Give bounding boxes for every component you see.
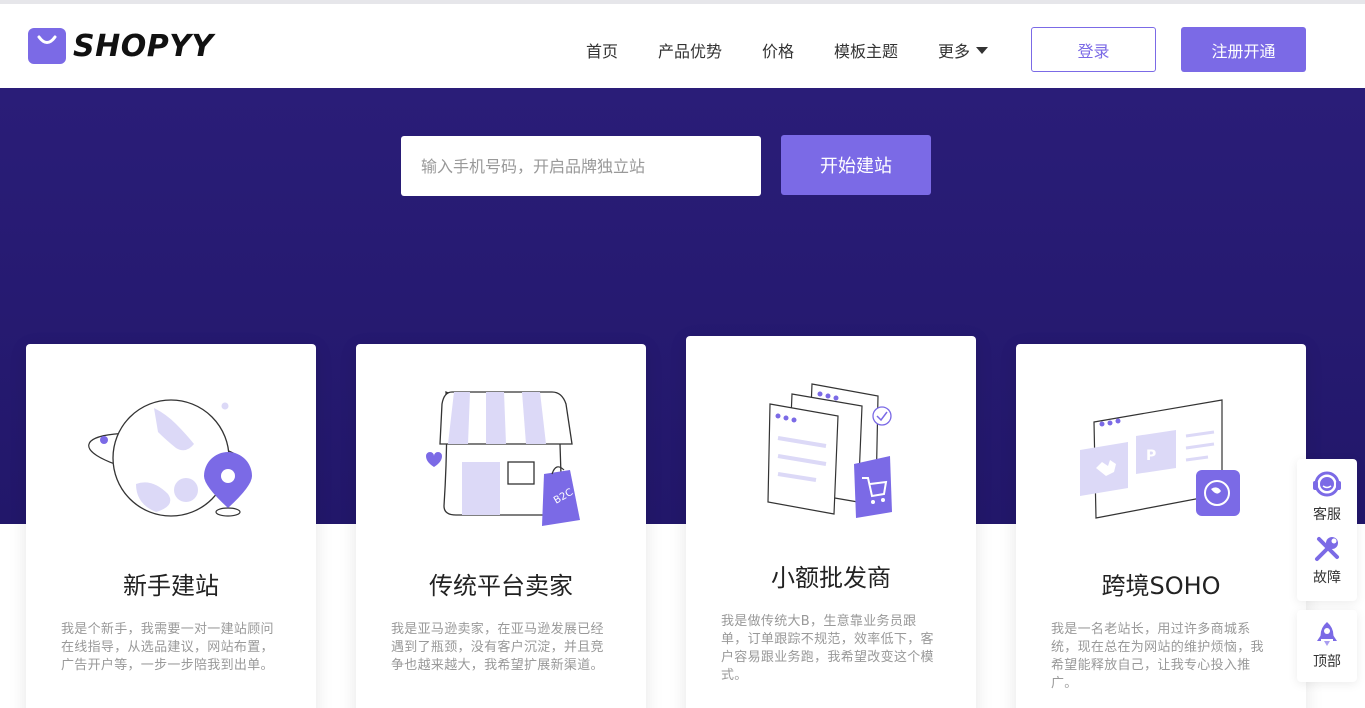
customer-service-button[interactable]: 客服 <box>1297 459 1357 529</box>
back-to-top-label: 顶部 <box>1313 654 1341 670</box>
card-title: 传统平台卖家 <box>429 572 573 600</box>
back-to-top-item[interactable]: 顶部 <box>1297 610 1357 682</box>
shopping-bag-icon <box>28 28 66 64</box>
card-description: 我是一名老站长，用过许多商城系统，现在总在为网站的维护烦恼，我希望能释放自己，让… <box>1051 622 1264 691</box>
customer-service-label: 客服 <box>1313 507 1341 523</box>
fault-report-button[interactable]: 故障 <box>1297 529 1357 593</box>
rocket-icon <box>1317 622 1337 646</box>
browser-payment-icon: P <box>1080 399 1240 519</box>
card-cross-border-soho[interactable]: P 跨境SOHO 我是一名老站长，用过许多商城系统，现在总在为网站的维护烦恼，我… <box>1016 344 1306 708</box>
nav-item-home[interactable]: 首页 <box>586 38 618 62</box>
nav-item-label: 价格 <box>762 42 795 61</box>
nav-item-advantages[interactable]: 产品优势 <box>658 38 722 62</box>
card-description: 我是做传统大B，生意靠业务员跟单，订单跟踪不规范，效率低下，客户容易跟业务跑，我… <box>721 614 934 683</box>
card-title: 小额批发商 <box>771 564 891 592</box>
side-toolbar: 客服 故障 <box>1297 459 1357 601</box>
brand-name: SHOPYY <box>73 28 214 64</box>
phone-input[interactable] <box>401 136 761 196</box>
nav-item-templates[interactable]: 模板主题 <box>834 38 898 62</box>
card-description: 我是亚马逊卖家，在亚马逊发展已经遇到了瓶颈，没有客户沉淀，并且竞争也越来越大，我… <box>391 622 604 673</box>
nav-item-more[interactable]: 更多 <box>938 38 989 62</box>
login-button[interactable]: 登录 <box>1031 27 1156 72</box>
headset-icon <box>1313 471 1341 497</box>
card-beginner[interactable]: 新手建站 我是个新手，我需要一对一建站顾问在线指导，从选品建议，网站布置，广告开… <box>26 344 316 708</box>
globe-pin-icon <box>88 399 252 517</box>
card-title: 新手建站 <box>123 572 219 600</box>
fault-label: 故障 <box>1313 570 1341 586</box>
page: SHOPYY 首页 产品优势 价格 模板主题 更多 登录 注册开通 开始建站 <box>0 0 1365 708</box>
top-header: SHOPYY 首页 产品优势 价格 模板主题 更多 登录 注册开通 <box>0 0 1365 88</box>
start-building-button[interactable]: 开始建站 <box>781 135 931 195</box>
tools-icon <box>1315 537 1339 561</box>
card-title: 跨境SOHO <box>1101 572 1221 600</box>
card-platform-seller[interactable]: B2C 传统平台卖家 我是亚马逊卖家，在亚马逊发展已经遇到了瓶颈，没有客户沉淀，… <box>356 344 646 708</box>
caret-down-icon <box>976 46 989 54</box>
paypal-glyph: P <box>1146 448 1156 464</box>
card-description: 我是个新手，我需要一对一建站顾问在线指导，从选品建议，网站布置，广告开户等，一步… <box>61 622 274 673</box>
brand-logo[interactable]: SHOPYY <box>27 26 214 66</box>
card-small-wholesaler[interactable]: 小额批发商 我是做传统大B，生意靠业务员跟单，订单跟踪不规范，效率低下，客户容易… <box>686 336 976 708</box>
nav-item-label: 模板主题 <box>834 42 899 61</box>
store-b2c-icon: B2C <box>426 390 580 526</box>
nav-item-pricing[interactable]: 价格 <box>762 38 794 62</box>
nav-item-label: 产品优势 <box>658 42 723 61</box>
documents-cart-icon <box>767 383 892 518</box>
nav-item-label: 首页 <box>586 42 619 61</box>
back-to-top-button[interactable]: 顶部 <box>1297 610 1357 682</box>
register-button[interactable]: 注册开通 <box>1181 27 1306 72</box>
nav-item-label: 更多 <box>938 42 971 61</box>
